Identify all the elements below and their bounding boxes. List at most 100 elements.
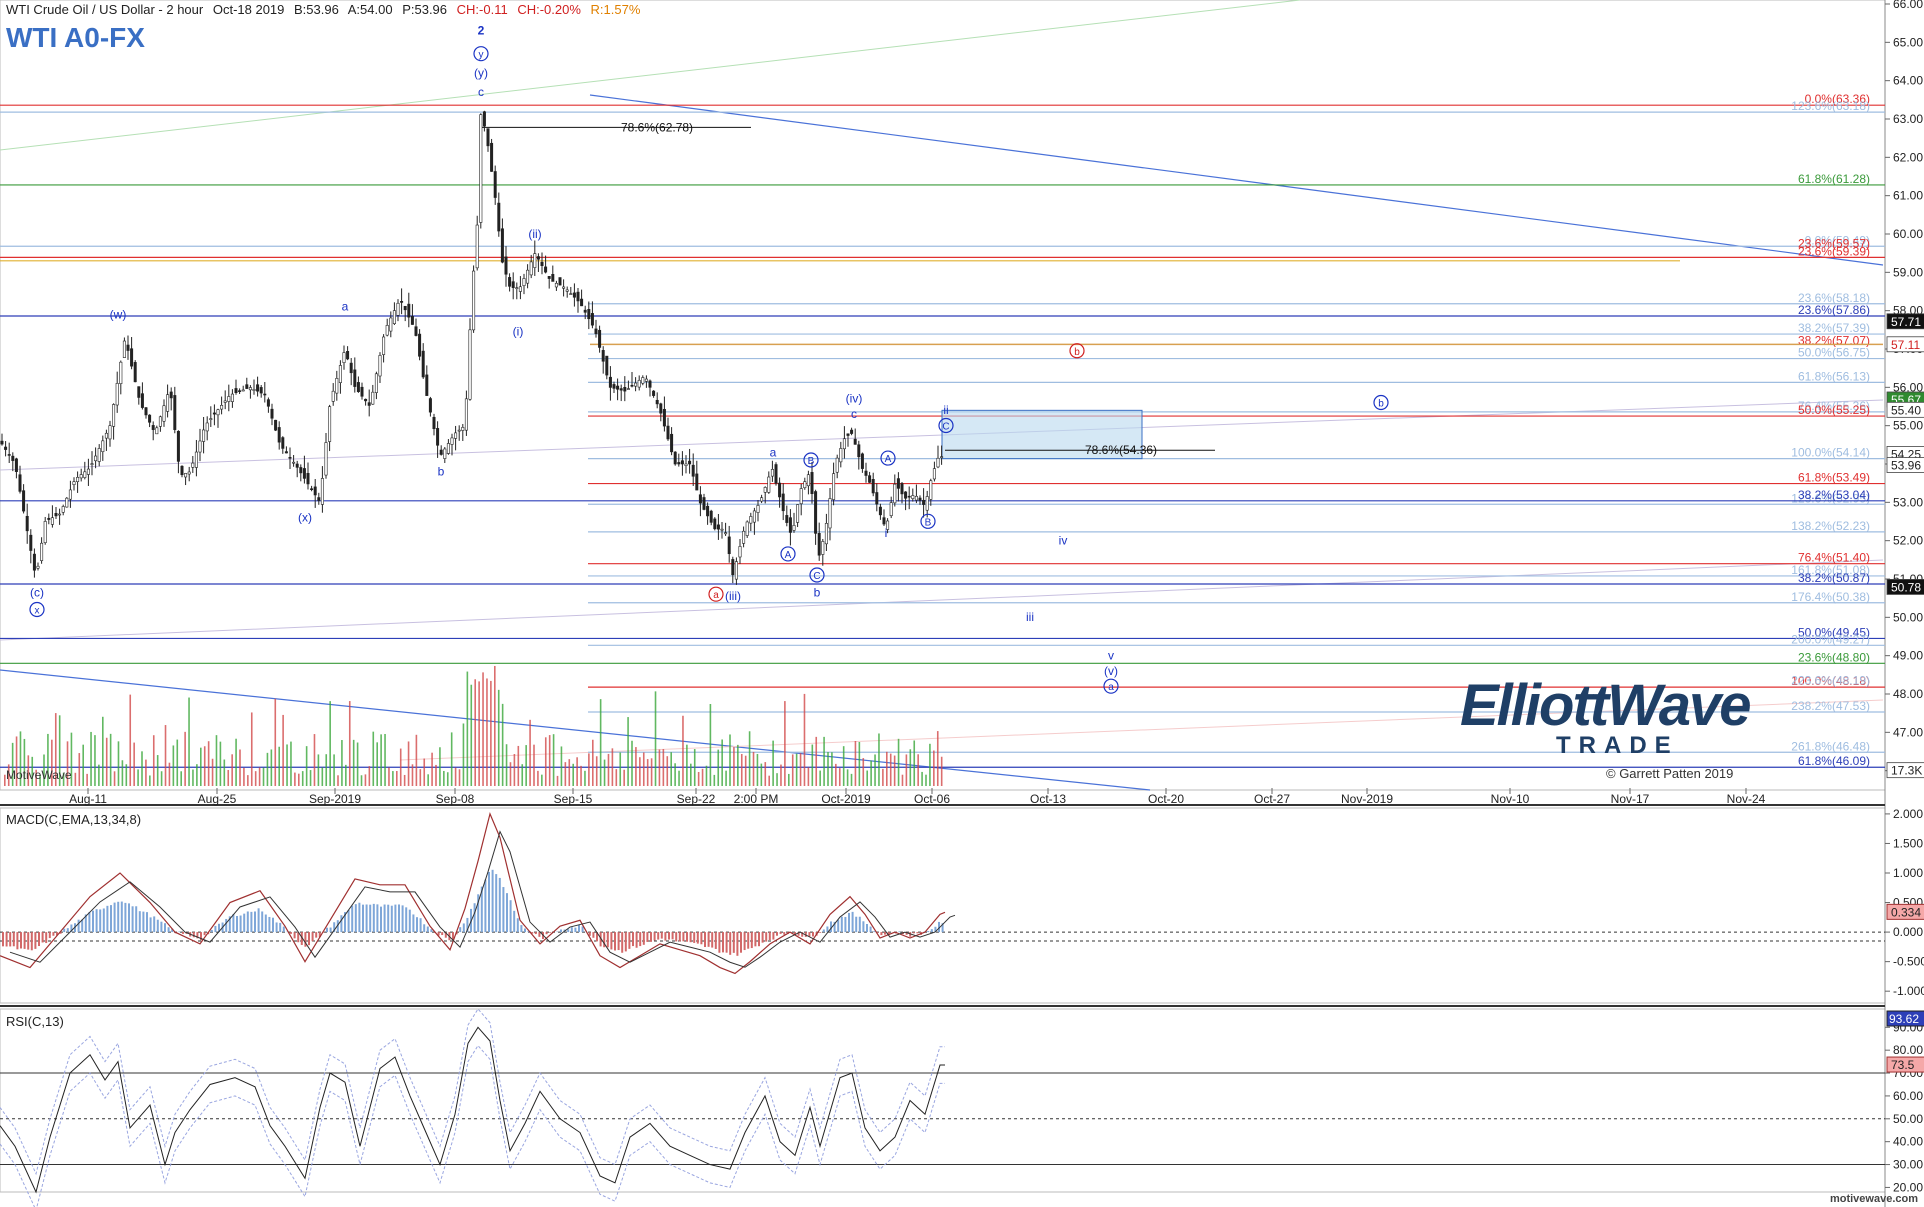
volume-bar: [776, 773, 778, 786]
candle-body: [500, 228, 504, 263]
candle-body: [414, 326, 418, 336]
macd-histogram-bar: [153, 916, 156, 933]
volume-bar: [219, 741, 222, 786]
rsi-line: [0, 1026, 945, 1194]
axis-price-label: 17.3K: [1891, 764, 1922, 778]
candle-body: [47, 517, 51, 520]
macd-histogram-bar: [102, 908, 105, 933]
volume-bar: [744, 755, 747, 786]
volume-bar: [270, 749, 273, 786]
candle-body: [911, 495, 915, 499]
candle-body: [698, 494, 702, 504]
candle-body: [436, 428, 440, 446]
candle-body: [846, 433, 850, 436]
volume-bar: [697, 771, 700, 786]
candle-body: [32, 553, 36, 571]
candle-body: [389, 317, 393, 332]
volume-bar: [850, 773, 853, 786]
macd-histogram-bar: [884, 932, 886, 935]
macd-histogram-bar: [41, 932, 44, 943]
macd-histogram-bar: [754, 932, 757, 947]
volume-bar: [835, 763, 837, 786]
volume-bar: [936, 731, 939, 786]
volume-bar: [109, 733, 112, 786]
volume-bar: [709, 704, 712, 786]
volume-bar: [670, 752, 672, 786]
candle-body: [410, 316, 414, 325]
volume-bar: [811, 744, 814, 786]
macd-histogram-bar: [66, 928, 69, 933]
candle-body: [864, 470, 868, 476]
candle-body: [900, 483, 904, 495]
fib-level-label: 61.8%(56.13): [1798, 369, 1870, 383]
motivewave-watermark: MotiveWave: [6, 768, 72, 782]
rsi-tick-label: 60.00: [1893, 1089, 1923, 1103]
volume-bar: [380, 734, 382, 786]
volume-bar: [446, 772, 449, 786]
volume-bar: [599, 699, 602, 786]
macd-histogram-bar: [135, 906, 138, 933]
macd-histogram-bar: [866, 923, 868, 933]
volume-bar: [94, 735, 96, 786]
macd-histogram-bar: [855, 916, 858, 933]
candle-body: [295, 463, 299, 468]
volume-bar: [917, 754, 919, 786]
price-chart[interactable]: 46.0047.0048.0049.0050.0051.0052.0053.00…: [0, 0, 1924, 1207]
macd-histogram-bar: [225, 918, 228, 933]
elliottwave-logo: ElliottWave TRADE: [1460, 672, 1752, 762]
candle-body: [878, 506, 882, 516]
macd-histogram-bar: [459, 927, 462, 933]
candle-body: [166, 394, 170, 412]
candle-body: [742, 530, 746, 544]
macd-histogram-bar: [704, 932, 706, 948]
volume-bar: [200, 747, 202, 786]
candle-body: [738, 546, 742, 558]
volume-bar: [548, 735, 551, 786]
macd-histogram-bar: [869, 926, 872, 933]
macd-histogram-bar: [326, 927, 328, 933]
macd-histogram-bar: [412, 914, 415, 933]
channel-line: [0, 559, 1884, 641]
candle-body: [36, 565, 40, 569]
wave-label: (y): [474, 66, 488, 80]
macd-tick-label: 0.000: [1893, 925, 1923, 939]
macd-histogram-bar: [203, 932, 206, 936]
wave-label: (iii): [725, 589, 741, 603]
wave-label: iii: [1026, 610, 1034, 624]
candle-body: [763, 487, 767, 493]
volume-bar: [258, 767, 261, 786]
candle-body: [284, 451, 288, 454]
volume-bar: [854, 741, 857, 786]
macd-histogram-bar: [660, 932, 663, 939]
candle-body: [400, 300, 404, 303]
volume-bar: [717, 749, 720, 786]
macd-line: [0, 812, 946, 975]
volume-bar: [893, 755, 896, 786]
candle-body: [155, 427, 159, 435]
macd-histogram-bar: [628, 932, 631, 949]
candle-body: [781, 493, 785, 512]
volume-bar: [642, 752, 645, 786]
fib-level-label: 38.2%(50.87): [1798, 571, 1870, 585]
candle-body: [785, 515, 789, 523]
macd-histogram-bar: [178, 931, 181, 933]
candle-body: [551, 274, 555, 282]
macd-histogram-bar: [488, 871, 490, 933]
candle-body: [536, 256, 540, 260]
volume-bar: [317, 754, 320, 786]
candle-body: [25, 515, 29, 532]
macd-histogram-bar: [131, 906, 134, 933]
macd-histogram-bar: [844, 916, 847, 933]
volume-bar: [105, 737, 108, 786]
candle-body: [281, 437, 285, 449]
macd-histogram-bar: [729, 932, 732, 955]
candle-body: [634, 382, 638, 387]
volume-bar: [725, 770, 727, 786]
candle-body: [472, 270, 476, 331]
volume-bar: [897, 738, 900, 786]
macd-histogram-bar: [714, 932, 717, 949]
volume-bar: [266, 752, 269, 786]
macd-histogram-bar: [732, 932, 735, 953]
macd-histogram-bar: [578, 924, 580, 933]
candle-body: [277, 427, 281, 443]
